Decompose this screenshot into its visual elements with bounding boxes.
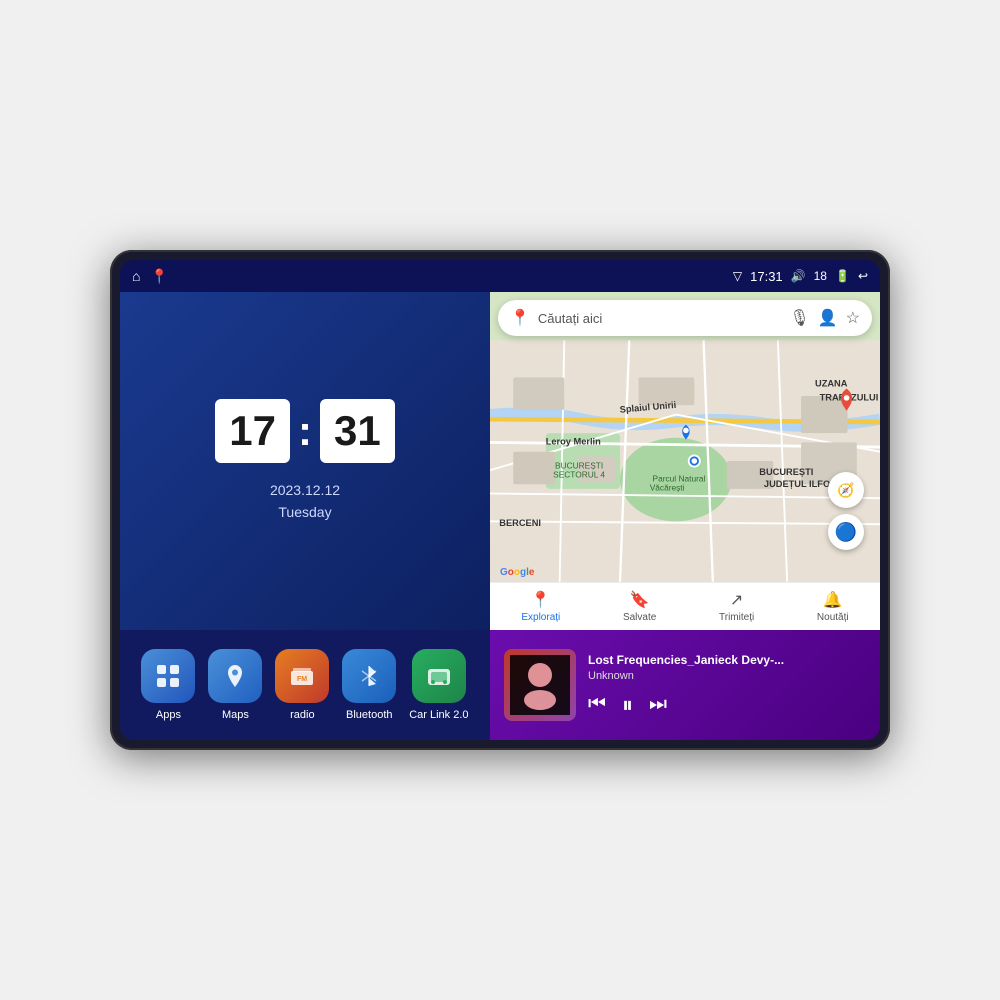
search-text: Căutați aici xyxy=(538,311,782,326)
google-logo: Google xyxy=(500,567,534,578)
carlink-icon[interactable] xyxy=(412,649,466,703)
map-area[interactable]: BUCUREȘTI JUDEȚUL ILFOV TRAPEZULUI BERCE… xyxy=(490,292,880,630)
status-bar: ⌂ 📍 ▽ 17:31 🔊 18 🔋 ↩ xyxy=(120,260,880,292)
left-panel: 17 : 31 2023.12.12 Tuesday xyxy=(120,292,490,740)
clock-colon: : xyxy=(298,407,312,455)
radio-icon[interactable]: FM xyxy=(275,649,329,703)
music-player: Lost Frequencies_Janieck Devy-... Unknow… xyxy=(490,630,880,740)
svg-text:JUDEȚUL ILFOV: JUDEȚUL ILFOV xyxy=(764,479,837,489)
map-nav-news[interactable]: 🔔 Noutăți xyxy=(817,590,849,623)
maps-label: Maps xyxy=(222,709,249,721)
app-radio[interactable]: FM radio xyxy=(275,649,329,721)
news-label: Noutăți xyxy=(817,612,849,623)
battery-icon: 🔋 xyxy=(835,269,850,283)
svg-text:SECTORUL 4: SECTORUL 4 xyxy=(553,470,605,480)
location-button[interactable]: 🔵 xyxy=(828,514,864,550)
music-controls: ⏮ ⏸ ⏭ xyxy=(588,692,866,718)
apps-icon[interactable] xyxy=(141,649,195,703)
clock-hours: 17 xyxy=(215,399,290,463)
map-pin-icon: 📍 xyxy=(510,308,530,328)
device-frame: ⌂ 📍 ▽ 17:31 🔊 18 🔋 ↩ 17 : xyxy=(110,250,890,750)
explore-label: Explorați xyxy=(521,612,560,623)
volume-icon: 🔊 xyxy=(791,269,806,283)
album-art xyxy=(504,649,576,721)
app-bar: Apps Maps xyxy=(120,630,490,740)
svg-text:BERCENI: BERCENI xyxy=(499,518,541,528)
play-pause-button[interactable]: ⏸ xyxy=(622,692,633,718)
app-bluetooth[interactable]: Bluetooth xyxy=(342,649,396,721)
device-screen: ⌂ 📍 ▽ 17:31 🔊 18 🔋 ↩ 17 : xyxy=(120,260,880,740)
music-info: Lost Frequencies_Janieck Devy-... Unknow… xyxy=(588,653,866,718)
status-time: 17:31 xyxy=(750,269,783,284)
svg-text:FM: FM xyxy=(297,676,307,683)
maps-icon[interactable] xyxy=(208,649,262,703)
map-nav-explore[interactable]: 📍 Explorați xyxy=(521,590,560,623)
music-artist: Unknown xyxy=(588,670,866,682)
bluetooth-label: Bluetooth xyxy=(346,709,392,721)
music-title: Lost Frequencies_Janieck Devy-... xyxy=(588,653,866,667)
bookmark-icon: 🔖 xyxy=(630,590,650,610)
star-icon[interactable]: ☆ xyxy=(846,308,860,328)
right-panel: BUCUREȘTI JUDEȚUL ILFOV TRAPEZULUI BERCE… xyxy=(490,292,880,740)
back-icon[interactable]: ↩ xyxy=(858,269,868,283)
svg-text:UZANA: UZANA xyxy=(815,379,848,389)
map-controls: 🎙 👤 ☆ xyxy=(789,308,860,328)
map-nav-bar: 📍 Explorați 🔖 Salvate ↗ Trimiteți 🔔 xyxy=(490,582,880,630)
carlink-label: Car Link 2.0 xyxy=(409,709,468,721)
account-icon[interactable]: 👤 xyxy=(818,308,838,328)
news-icon: 🔔 xyxy=(823,590,843,610)
main-content: 17 : 31 2023.12.12 Tuesday xyxy=(120,292,880,740)
share-label: Trimiteți xyxy=(719,612,754,623)
signal-icon: ▽ xyxy=(733,269,742,283)
explore-icon: 📍 xyxy=(531,590,551,610)
mic-icon[interactable]: 🎙 xyxy=(789,308,809,328)
app-apps[interactable]: Apps xyxy=(141,649,195,721)
saved-label: Salvate xyxy=(623,612,656,623)
app-carlink[interactable]: Car Link 2.0 xyxy=(409,649,468,721)
maps-pin-icon[interactable]: 📍 xyxy=(150,268,167,285)
clock-widget: 17 : 31 2023.12.12 Tuesday xyxy=(120,292,490,630)
clock-minutes: 31 xyxy=(320,399,395,463)
apps-label: Apps xyxy=(156,709,181,721)
clock-date: 2023.12.12 Tuesday xyxy=(270,479,340,524)
share-icon: ↗ xyxy=(730,590,743,610)
svg-text:Leroy Merlin: Leroy Merlin xyxy=(546,436,601,446)
radio-label: radio xyxy=(290,709,314,721)
volume-level: 18 xyxy=(814,269,827,283)
svg-text:Văcărești: Văcărești xyxy=(650,483,685,493)
compass-button[interactable]: 🧭 xyxy=(828,472,864,508)
next-button[interactable]: ⏭ xyxy=(649,693,667,716)
map-nav-saved[interactable]: 🔖 Salvate xyxy=(623,590,656,623)
prev-button[interactable]: ⏮ xyxy=(588,693,606,716)
map-search-bar[interactable]: 📍 Căutați aici 🎙 👤 ☆ xyxy=(498,300,872,336)
bluetooth-icon[interactable] xyxy=(342,649,396,703)
clock-display: 17 : 31 xyxy=(215,399,394,463)
svg-text:BUCUREȘTI: BUCUREȘTI xyxy=(759,467,813,477)
app-maps[interactable]: Maps xyxy=(208,649,262,721)
map-nav-share[interactable]: ↗ Trimiteți xyxy=(719,590,754,623)
home-icon[interactable]: ⌂ xyxy=(132,268,140,284)
